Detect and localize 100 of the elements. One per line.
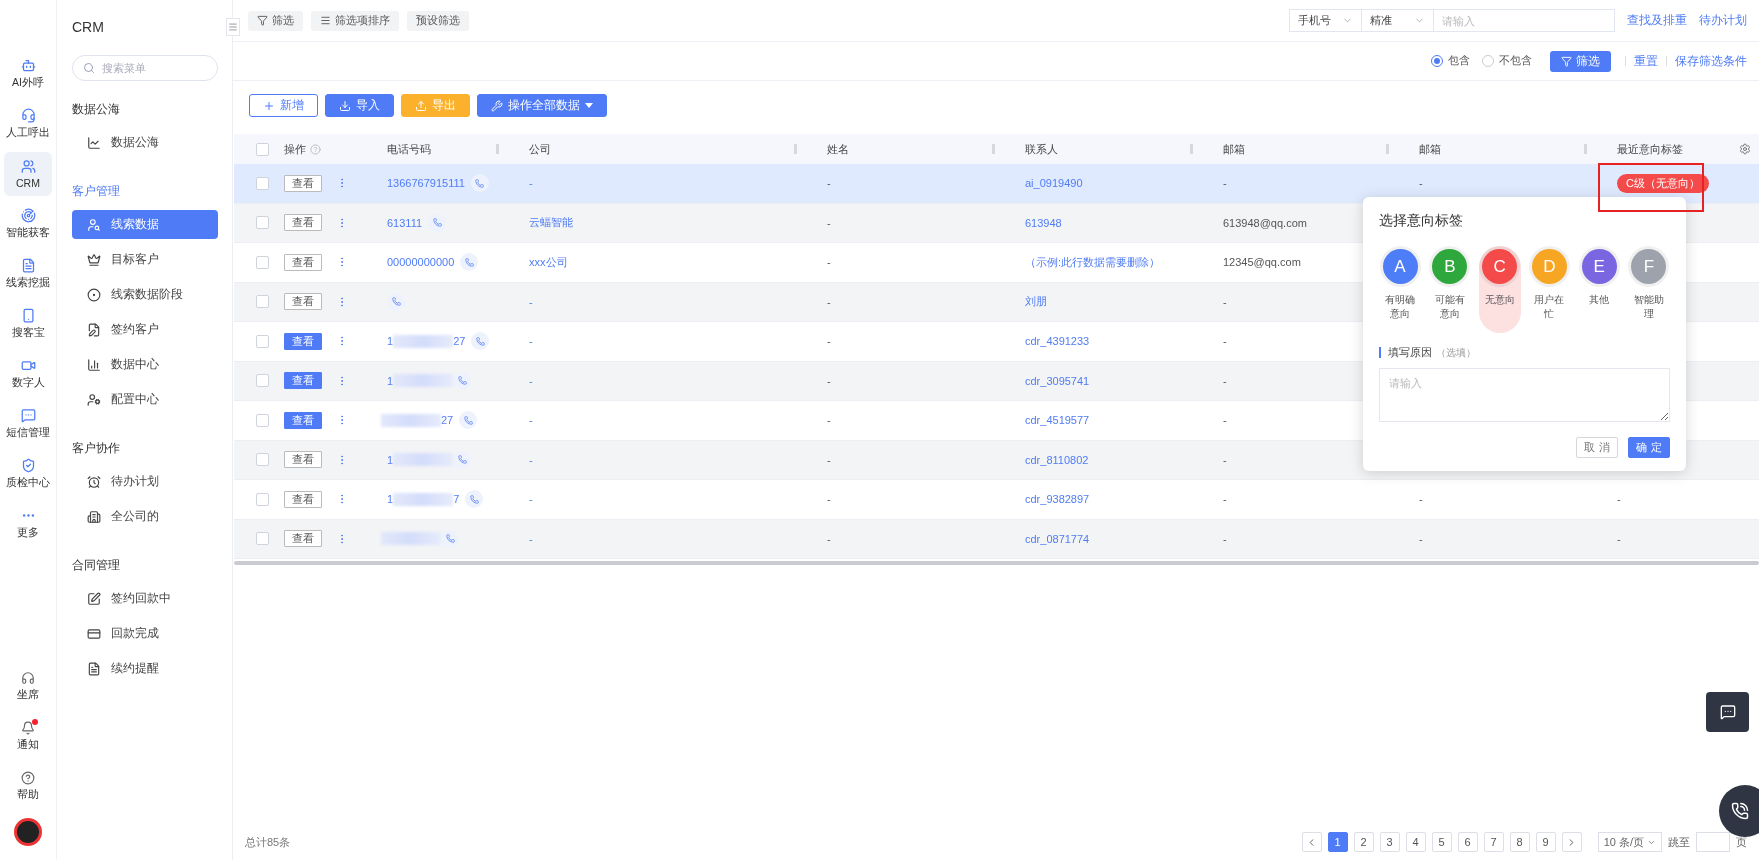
company-name[interactable]: - [529,374,533,387]
message-button[interactable] [1706,692,1749,732]
page-button[interactable]: 4 [1405,832,1426,852]
menu-item[interactable]: 续约提醒 [72,654,218,683]
link[interactable]: 查找及排重 [1627,13,1687,28]
phone-number[interactable]: 1 [387,453,394,466]
checkbox[interactable] [256,453,269,467]
page-button[interactable]: 5 [1431,832,1452,852]
menu-item[interactable]: 签约客户 [72,315,218,344]
menu-item[interactable]: 配置中心 [72,385,218,414]
phone-icon[interactable] [428,213,447,232]
menu-item[interactable]: 回款完成 [72,619,218,648]
contact-name[interactable]: cdr_4391233 [1025,335,1090,348]
intent-circle[interactable]: C [1482,249,1518,284]
link[interactable]: 保存筛选条件 [1675,53,1747,69]
avatar[interactable] [14,818,42,846]
checkbox[interactable] [256,255,269,269]
rail-item[interactable]: 线索挖掘 [4,252,52,296]
menu-item[interactable]: 目标客户 [72,245,218,274]
filter-button[interactable]: 筛选 [248,10,303,31]
view-button[interactable]: 查看 [284,411,322,429]
phone-icon[interactable] [459,411,478,430]
rail-item[interactable]: CRM [4,152,52,196]
phone-icon[interactable] [453,450,472,469]
menu-item[interactable]: 签约回款中 [72,584,218,613]
link[interactable]: 待办计划 [1699,13,1747,28]
view-button[interactable]: 查看 [284,293,322,311]
phone-number[interactable]: 27 [453,335,466,348]
rail-item[interactable]: AI外呼 [4,52,52,96]
company-name[interactable]: - [529,532,533,545]
page-size-select[interactable]: 10 条/页 [1597,832,1662,852]
phone-icon[interactable] [387,292,405,311]
toolbar-button[interactable]: 导入 [325,94,394,117]
phone-number[interactable]: 1 [387,335,394,348]
intent-circle[interactable]: A [1382,249,1418,284]
rail-item[interactable]: 短信管理 [4,402,52,446]
view-button[interactable]: 查看 [284,451,322,469]
menu-item[interactable]: 全公司的 [72,502,218,531]
rail-item[interactable]: 智能获客 [4,202,52,246]
search-field[interactable]: 请输入 [1433,9,1615,32]
filter-button[interactable]: 筛选项排序 [311,10,399,31]
phone-icon[interactable] [471,332,490,351]
checkbox[interactable] [256,142,269,156]
page-jump-field[interactable] [1696,832,1730,852]
table-row[interactable]: 查看 1366767915111 - - ai_0919490 - - C级（无意向） [234,164,1759,204]
page-button[interactable]: 3 [1379,832,1400,852]
confirm-button[interactable]: 确 定 [1628,437,1670,458]
phone-icon[interactable] [460,253,479,272]
rail-item[interactable]: 质检中心 [4,452,52,496]
next-page-button[interactable] [1561,832,1582,852]
checkbox[interactable] [256,216,269,230]
field-select[interactable]: 手机号 [1289,9,1362,32]
checkbox[interactable] [256,413,269,427]
rail-item[interactable]: 搜客宝 [4,302,52,346]
link[interactable]: 重置 [1634,53,1658,69]
contact-name[interactable]: cdr_0871774 [1025,532,1090,545]
checkbox[interactable] [256,532,269,546]
view-button[interactable]: 查看 [284,332,322,350]
rail-item[interactable]: 通知 [4,714,52,758]
contact-name[interactable]: （示例:此行数据需要删除） [1025,254,1161,270]
page-button[interactable]: 6 [1457,832,1478,852]
view-button[interactable]: 查看 [284,253,322,271]
view-button[interactable]: 查看 [284,214,322,232]
contact-name[interactable]: cdr_3095741 [1025,374,1090,387]
page-button[interactable]: 7 [1483,832,1504,852]
contact-name[interactable]: cdr_4519577 [1025,414,1090,427]
menu-item[interactable]: 线索数据 [72,210,218,239]
company-name[interactable]: xxx公司 [529,254,568,270]
filter-button[interactable]: 筛选 [1550,50,1611,72]
phone-icon[interactable] [441,529,459,548]
phone-number[interactable]: 7 [453,493,460,506]
view-button[interactable]: 查看 [284,490,322,508]
reason-field[interactable]: 请输入 [1379,368,1670,422]
view-button[interactable]: 查看 [284,530,322,548]
contact-name[interactable]: 刘朋 [1025,294,1047,310]
phone-number[interactable]: 27 [441,414,454,427]
rail-item[interactable]: 更多 [4,502,52,546]
collapse-icon[interactable] [226,18,240,36]
company-name[interactable]: - [529,414,533,427]
contact-name[interactable]: 613948 [1025,216,1062,229]
company-name[interactable]: - [529,335,533,348]
contact-name[interactable]: cdr_8110802 [1025,453,1089,466]
checkbox[interactable] [256,295,269,309]
cancel-button[interactable]: 取 消 [1576,437,1618,458]
checkbox[interactable] [256,334,269,348]
page-button[interactable]: 1 [1327,832,1348,852]
rail-item[interactable]: 数字人 [4,352,52,396]
phone-number[interactable]: 00000000000 [387,256,455,269]
company-name[interactable]: - [529,295,533,308]
view-button[interactable]: 查看 [284,174,322,192]
table-row[interactable]: 查看 - - cdr_0871774 - - - [234,519,1759,559]
menu-item[interactable]: 数据公海 [72,128,218,157]
filter-button[interactable]: 预设筛选 [407,10,469,31]
rail-item[interactable]: 帮助 [4,764,52,808]
checkbox[interactable] [256,176,269,190]
checkbox[interactable] [256,374,269,388]
intent-circle[interactable]: E [1581,249,1617,284]
contact-name[interactable]: cdr_9382897 [1025,493,1090,506]
page-button[interactable]: 9 [1535,832,1556,852]
previous-page-button[interactable] [1301,832,1322,852]
